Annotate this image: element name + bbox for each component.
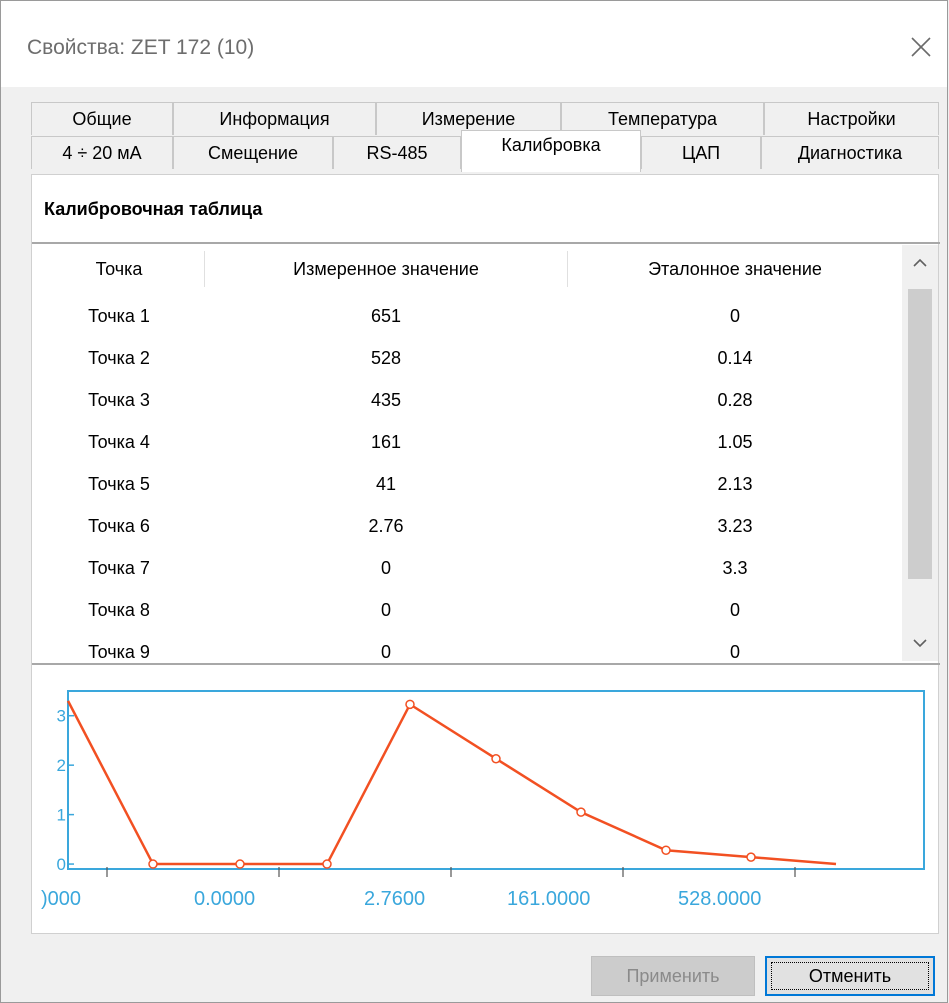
close-button[interactable] (901, 27, 941, 67)
panel-title: Калибровочная таблица (44, 199, 263, 219)
table-row[interactable]: Точка 1 651 0 (34, 295, 902, 337)
calibration-table: Точка Измеренное значение Эталонное знач… (34, 245, 902, 661)
cell-reference: 0 (729, 305, 740, 326)
table-row[interactable]: Точка 3 435 0.28 (34, 379, 902, 421)
table-row[interactable]: Точка 7 0 3.3 (34, 547, 902, 589)
cell-reference: 0 (729, 599, 740, 620)
cell-point: Точка 3 (88, 389, 150, 410)
cell-point: Точка 9 (88, 641, 150, 662)
tab-offset[interactable]: Смещение (173, 136, 333, 169)
cell-point: Точка 5 (88, 473, 150, 494)
table-row[interactable]: Точка 8 0 0 (34, 589, 902, 631)
tab-calibration[interactable]: Калибровка (461, 130, 641, 172)
table-row[interactable]: Точка 9 0 0 (34, 631, 902, 662)
table-row[interactable]: Точка 6 2.76 3.23 (34, 505, 902, 547)
cell-measured: 528 (370, 347, 402, 368)
focus-indicator (771, 962, 929, 990)
column-header-measured[interactable]: Измеренное значение (205, 245, 567, 293)
calibration-chart: 3 2 1 0 )000 0.0000 2.7600 161.0000 528.0000 (41, 690, 925, 910)
close-icon (911, 37, 931, 57)
cell-reference: 0.28 (717, 389, 753, 410)
data-point (491, 753, 501, 764)
cell-point: Точка 2 (88, 347, 150, 368)
tab-strip: Общие Информация Измерение Температура Н… (31, 102, 939, 174)
data-point (661, 845, 671, 855)
y-tick-label: 2 (57, 756, 66, 775)
tab-dac[interactable]: ЦАП (641, 136, 761, 169)
y-tick-label: 1 (57, 806, 66, 825)
cell-point: Точка 6 (88, 515, 150, 536)
column-header-reference[interactable]: Эталонное значение (568, 245, 902, 293)
table-body: Точка 1 651 0 Точка 2 528 0.14 Точка 3 435 0.28 Т… (34, 295, 902, 662)
properties-dialog: Свойства: ZET 172 (10) Общие Информация … (0, 0, 948, 1003)
cell-reference: 1.05 (717, 431, 753, 452)
cell-measured: 435 (370, 389, 402, 410)
cell-measured: 0 (380, 557, 391, 578)
table-header: Точка Измеренное значение Эталонное знач… (34, 245, 902, 293)
column-header-point[interactable]: Точка (34, 245, 204, 293)
x-tick-label: 0.0000 (194, 888, 255, 910)
apply-button[interactable]: Применить (591, 956, 755, 996)
table-row[interactable]: Точка 4 161 1.05 (34, 421, 902, 463)
cell-reference: 3.3 (722, 557, 748, 578)
data-point (235, 859, 245, 869)
data-point (746, 852, 756, 862)
tab-settings[interactable]: Настройки (764, 102, 939, 135)
cell-point: Точка 8 (88, 599, 150, 620)
scroll-up-button[interactable] (902, 245, 938, 281)
cell-measured: 2.76 (368, 515, 404, 536)
cancel-button[interactable]: Отменить (765, 956, 935, 996)
table-row[interactable]: Точка 2 528 0.14 (34, 337, 902, 379)
x-tick-label: 528.0000 (678, 888, 761, 910)
table-row[interactable]: Точка 5 41 2.13 (34, 463, 902, 505)
table-top-divider (32, 242, 940, 244)
chevron-down-icon (913, 639, 927, 648)
chart-frame (67, 690, 925, 870)
cell-measured: 0 (380, 641, 391, 662)
tab-information[interactable]: Информация (173, 102, 376, 135)
data-point (148, 859, 158, 869)
y-tick-label: 3 (57, 707, 66, 726)
cell-point: Точка 1 (88, 305, 150, 326)
chevron-up-icon (913, 258, 927, 267)
tab-diagnostics[interactable]: Диагностика (761, 136, 939, 169)
cell-measured: 651 (370, 305, 402, 326)
cell-reference: 2.13 (717, 473, 753, 494)
title-bar: Свойства: ZET 172 (10) (1, 1, 947, 87)
scroll-down-button[interactable] (902, 625, 938, 661)
data-point (322, 859, 332, 869)
table-bottom-divider (32, 663, 940, 665)
x-tick-label: )000 (41, 888, 81, 910)
tab-general[interactable]: Общие (31, 102, 173, 135)
cell-measured: 0 (380, 599, 391, 620)
table-scrollbar[interactable] (902, 245, 938, 661)
cell-reference: 0 (729, 641, 740, 662)
tab-4-20ma[interactable]: 4 ÷ 20 мА (31, 136, 173, 169)
tab-rs485[interactable]: RS-485 (333, 136, 461, 169)
x-tick-label: 2.7600 (364, 888, 425, 910)
cell-point: Точка 4 (88, 431, 150, 452)
cell-reference: 0.14 (717, 347, 753, 368)
cell-measured: 161 (370, 431, 402, 452)
x-tick-label: 161.0000 (507, 888, 590, 910)
cell-point: Точка 7 (88, 557, 150, 578)
cell-reference: 3.23 (717, 515, 753, 536)
cell-measured: 41 (375, 473, 397, 494)
window-title: Свойства: ZET 172 (10) (27, 36, 255, 59)
data-point (405, 699, 415, 710)
y-tick-label: 0 (57, 855, 66, 874)
scrollbar-thumb[interactable] (908, 289, 932, 579)
data-point (576, 807, 586, 817)
